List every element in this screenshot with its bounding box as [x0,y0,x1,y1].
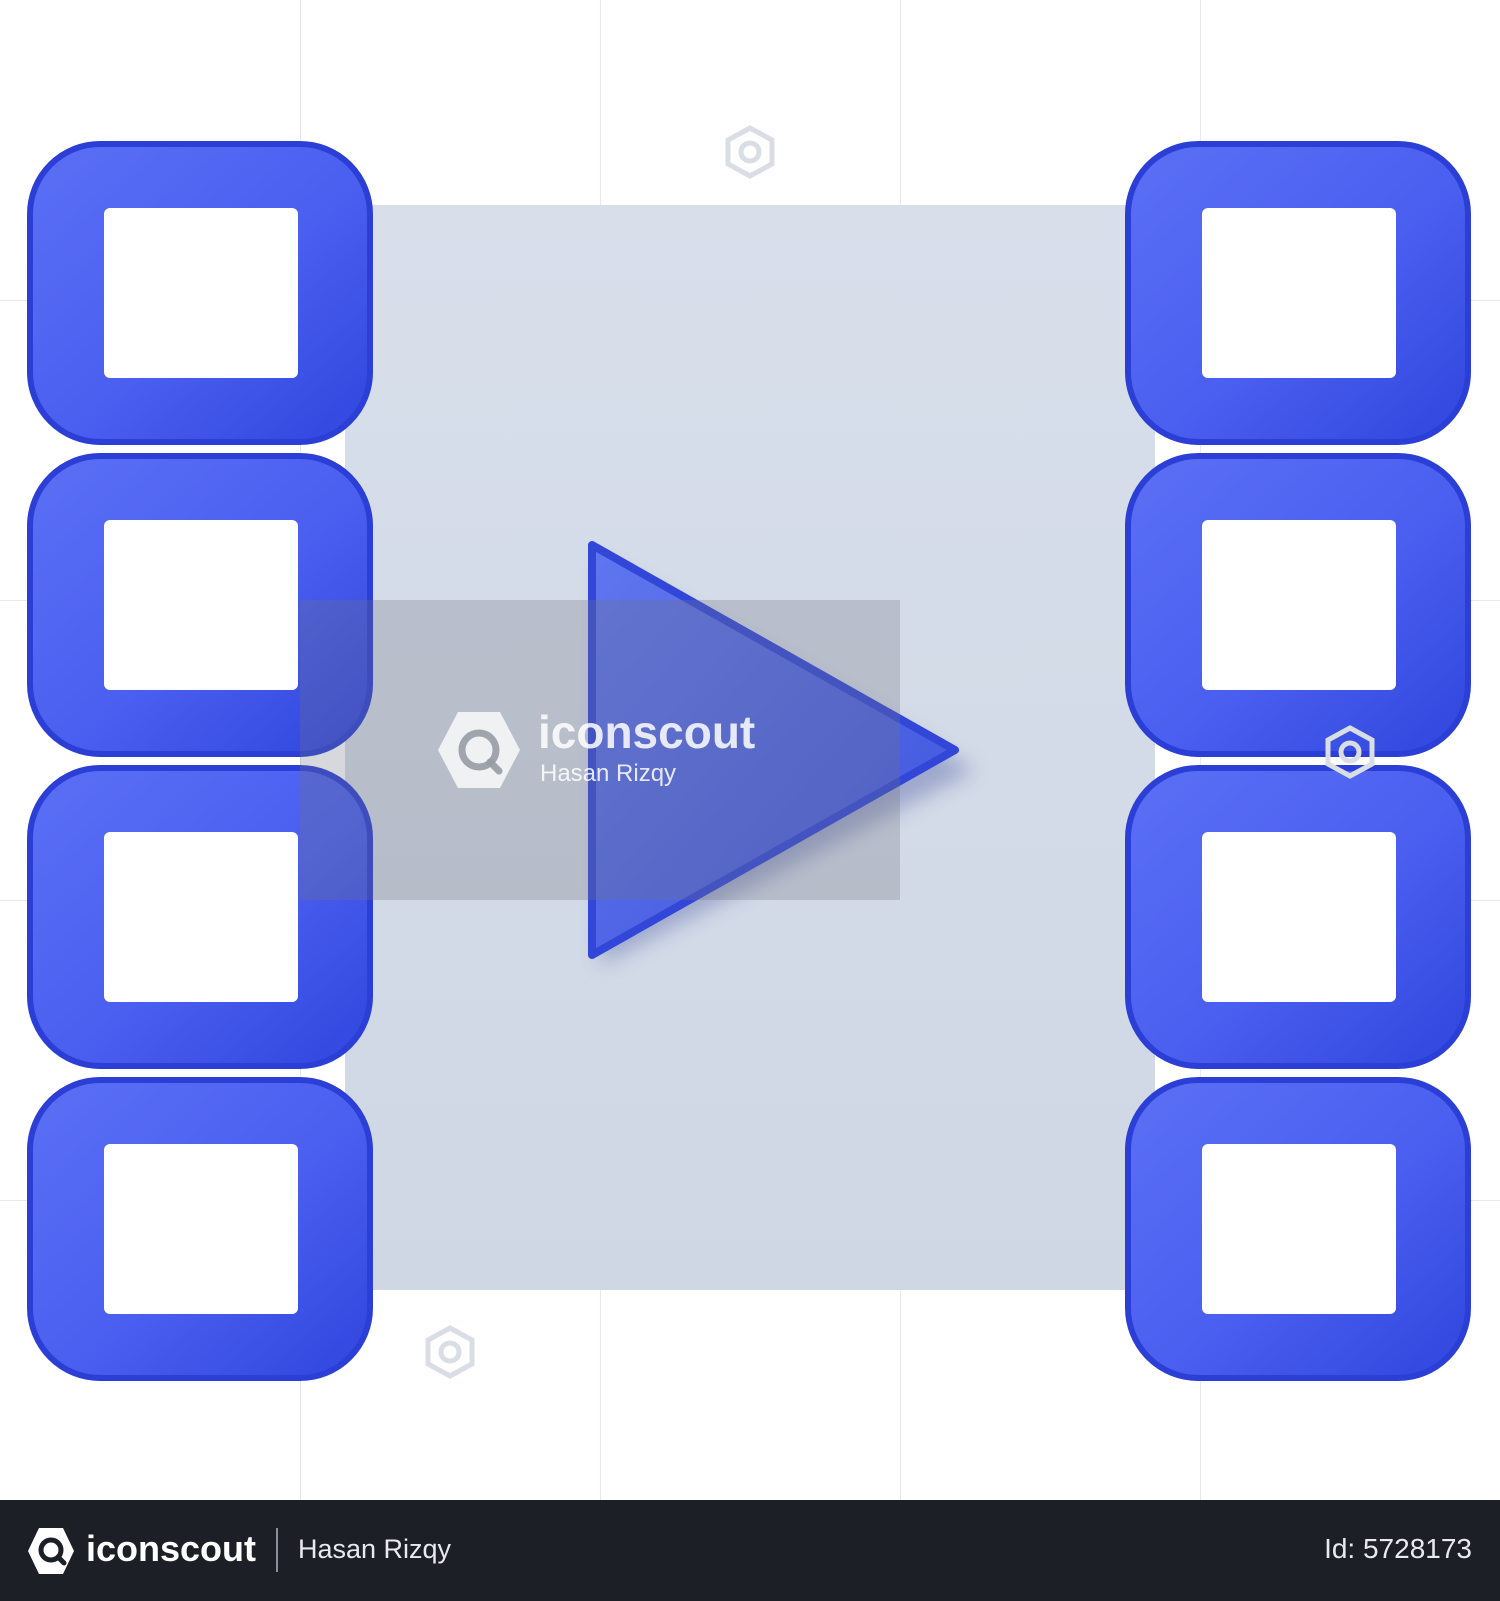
footer-brand: iconscout [86,1528,257,1569]
footer-author: Hasan Rizqy [298,1534,452,1564]
watermark-author: Hasan Rizqy [540,760,677,787]
image-canvas: iconscout Hasan Rizqy [0,0,1500,1500]
footer-asset-id: Id: 5728173 [1324,1533,1472,1564]
watermark-brand: iconscout [538,706,756,758]
iconscout-logo-icon [28,1528,74,1574]
right-sprockets [1125,141,1471,1381]
watermark-logo-icon [438,712,520,788]
attribution-footer: iconscout Hasan Rizqy Id: 5728173 [0,1500,1500,1601]
footer-divider [276,1528,278,1572]
